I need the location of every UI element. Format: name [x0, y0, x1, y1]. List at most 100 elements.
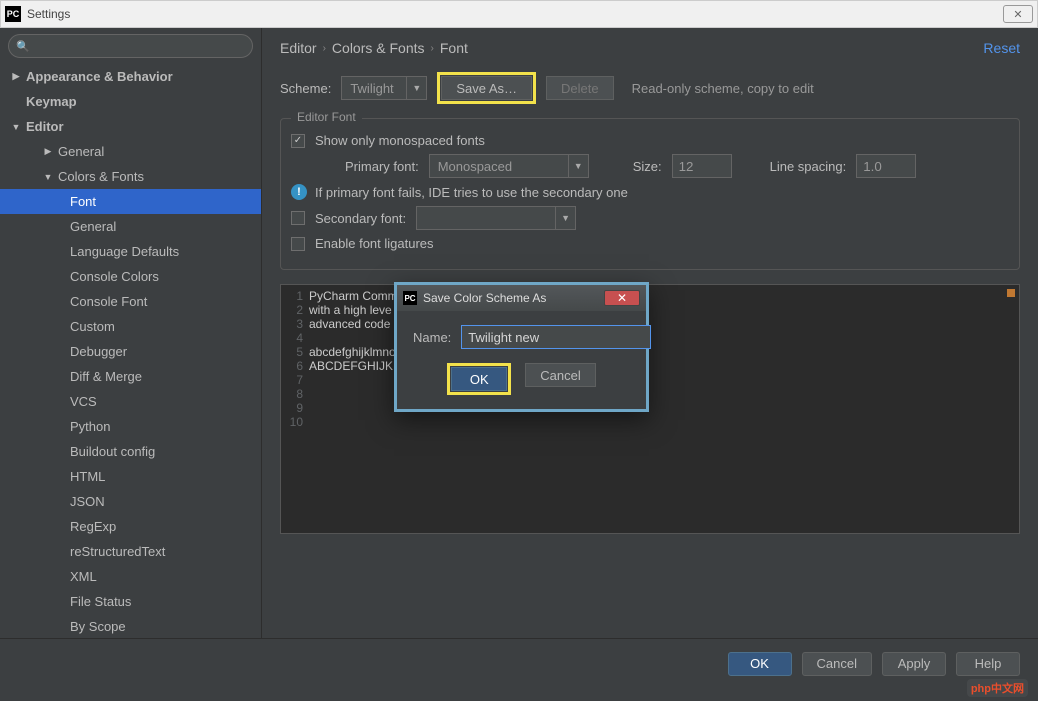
primary-font-dropdown[interactable]: Monospaced ▼ [429, 154, 589, 178]
dialog-close-button[interactable]: ✕ [604, 290, 640, 306]
settings-sidebar: 🔍 ▶Appearance & Behavior Keymap ▼Editor▶Ge… [0, 28, 262, 638]
reset-link[interactable]: Reset [983, 40, 1020, 56]
sidebar-item-general[interactable]: ▶General [0, 139, 261, 164]
sidebar-item-label: HTML [70, 469, 105, 484]
chevron-down-icon: ▼ [42, 172, 54, 182]
preview-line: 6ABCDEFGHIJKLMNOPQRSTUVWXYZ +-*/= .,;:!?… [281, 359, 1019, 373]
chevron-right-icon: › [323, 43, 326, 54]
sidebar-item-label: reStructuredText [70, 544, 165, 559]
dialog-cancel-button[interactable]: Cancel [525, 363, 595, 387]
ok-highlight: OK [447, 363, 511, 395]
sidebar-item-xml[interactable]: XML [0, 564, 261, 589]
sidebar-item-label: Console Font [70, 294, 147, 309]
sidebar-item-label: Font [70, 194, 96, 209]
sidebar-item-restructuredtext[interactable]: reStructuredText [0, 539, 261, 564]
ok-button[interactable]: OK [728, 652, 792, 676]
sidebar-item-html[interactable]: HTML [0, 464, 261, 489]
sidebar-item-json[interactable]: JSON [0, 489, 261, 514]
editor-font-section: Editor Font ✓ Show only monospaced fonts… [280, 118, 1020, 270]
help-button[interactable]: Help [956, 652, 1020, 676]
save-as-button[interactable]: Save As… [441, 76, 532, 100]
cancel-button[interactable]: Cancel [802, 652, 872, 676]
sidebar-item-label: Custom [70, 319, 115, 334]
line-spacing-input[interactable] [856, 154, 916, 178]
sidebar-item-label: General [70, 219, 116, 234]
sidebar-item-label: Language Defaults [70, 244, 179, 259]
dialog-ok-button[interactable]: OK [451, 367, 507, 391]
primary-font-label: Primary font: [345, 159, 419, 174]
sidebar-item-by-scope[interactable]: By Scope [0, 614, 261, 638]
ligatures-label: Enable font ligatures [315, 236, 434, 251]
chevron-down-icon: ▼ [10, 122, 22, 132]
show-monospaced-label: Show only monospaced fonts [315, 133, 485, 148]
line-number: 5 [281, 345, 309, 359]
show-monospaced-checkbox[interactable]: ✓ [291, 134, 305, 148]
delete-scheme-button: Delete [546, 76, 614, 100]
sidebar-item-regexp[interactable]: RegExp [0, 514, 261, 539]
sidebar-item-label: RegExp [70, 519, 116, 534]
preview-line: 8 [281, 387, 1019, 401]
window-title: Settings [27, 7, 1003, 21]
sidebar-item-console-font[interactable]: Console Font [0, 289, 261, 314]
sidebar-search-input[interactable] [8, 34, 253, 58]
secondary-font-dropdown[interactable]: ▼ [416, 206, 576, 230]
sidebar-item-keymap[interactable]: Keymap [0, 89, 261, 114]
sidebar-item-buildout-config[interactable]: Buildout config [0, 439, 261, 464]
sidebar-item-diff-merge[interactable]: Diff & Merge [0, 364, 261, 389]
sidebar-item-appearance-behavior[interactable]: ▶Appearance & Behavior [0, 64, 261, 89]
save-scheme-dialog: PC Save Color Scheme As ✕ Name: OK Cance… [394, 282, 649, 412]
app-icon: PC [5, 6, 21, 22]
chevron-down-icon: ▼ [555, 207, 575, 229]
sidebar-item-vcs[interactable]: VCS [0, 389, 261, 414]
search-icon: 🔍 [16, 40, 30, 53]
sidebar-item-general[interactable]: General [0, 214, 261, 239]
sidebar-item-label: General [58, 144, 104, 159]
apply-button[interactable]: Apply [882, 652, 946, 676]
sidebar-item-editor[interactable]: ▼Editor [0, 114, 261, 139]
sidebar-item-label: File Status [70, 594, 131, 609]
ligatures-checkbox[interactable] [291, 237, 305, 251]
sidebar-item-custom[interactable]: Custom [0, 314, 261, 339]
secondary-font-checkbox[interactable] [291, 211, 305, 225]
preview-line: 10 [281, 415, 1019, 429]
sidebar-item-python[interactable]: Python [0, 414, 261, 439]
fallback-hint: If primary font fails, IDE tries to use … [315, 185, 628, 200]
sidebar-item-language-defaults[interactable]: Language Defaults [0, 239, 261, 264]
editor-font-title: Editor Font [291, 110, 362, 124]
sidebar-item-label: By Scope [70, 619, 126, 634]
dialog-titlebar[interactable]: PC Save Color Scheme As ✕ [397, 285, 646, 311]
dialog-name-label: Name: [413, 330, 451, 345]
chevron-right-icon: › [431, 43, 434, 54]
breadcrumb-colors-fonts[interactable]: Colors & Fonts [332, 40, 425, 56]
sidebar-item-colors-fonts[interactable]: ▼Colors & Fonts [0, 164, 261, 189]
window-close-button[interactable]: ✕ [1003, 5, 1033, 23]
sidebar-item-font[interactable]: Font [0, 189, 261, 214]
scheme-dropdown[interactable]: Twilight ▼ [341, 76, 427, 100]
chevron-down-icon: ▼ [406, 77, 426, 99]
dialog-title: Save Color Scheme As [423, 291, 546, 305]
scheme-value: Twilight [342, 81, 406, 96]
line-number: 7 [281, 373, 309, 387]
secondary-font-label: Secondary font: [315, 211, 406, 226]
line-number: 10 [281, 415, 309, 429]
sidebar-item-file-status[interactable]: File Status [0, 589, 261, 614]
chevron-down-icon: ▼ [568, 155, 588, 177]
size-label: Size: [633, 159, 662, 174]
scheme-name-input[interactable] [461, 325, 651, 349]
settings-tree[interactable]: ▶Appearance & Behavior Keymap ▼Editor▶Gene… [0, 64, 261, 638]
line-code: advanced code ed [309, 317, 407, 331]
sidebar-item-console-colors[interactable]: Console Colors [0, 264, 261, 289]
font-preview: 1PyCharm Communit2with a high leve3advan… [280, 284, 1020, 534]
sidebar-item-debugger[interactable]: Debugger [0, 339, 261, 364]
sidebar-item-label: Diff & Merge [70, 369, 142, 384]
breadcrumb: Editor › Colors & Fonts › Font Reset [262, 28, 1038, 66]
save-as-highlight: Save As… [437, 72, 536, 104]
line-number: 2 [281, 303, 309, 317]
sidebar-item-label: Buildout config [70, 444, 155, 459]
info-icon: ! [291, 184, 307, 200]
font-size-input[interactable] [672, 154, 732, 178]
primary-font-value: Monospaced [430, 159, 568, 174]
breadcrumb-editor[interactable]: Editor [280, 40, 317, 56]
line-number: 6 [281, 359, 309, 373]
sidebar-item-label: Keymap [26, 94, 77, 109]
